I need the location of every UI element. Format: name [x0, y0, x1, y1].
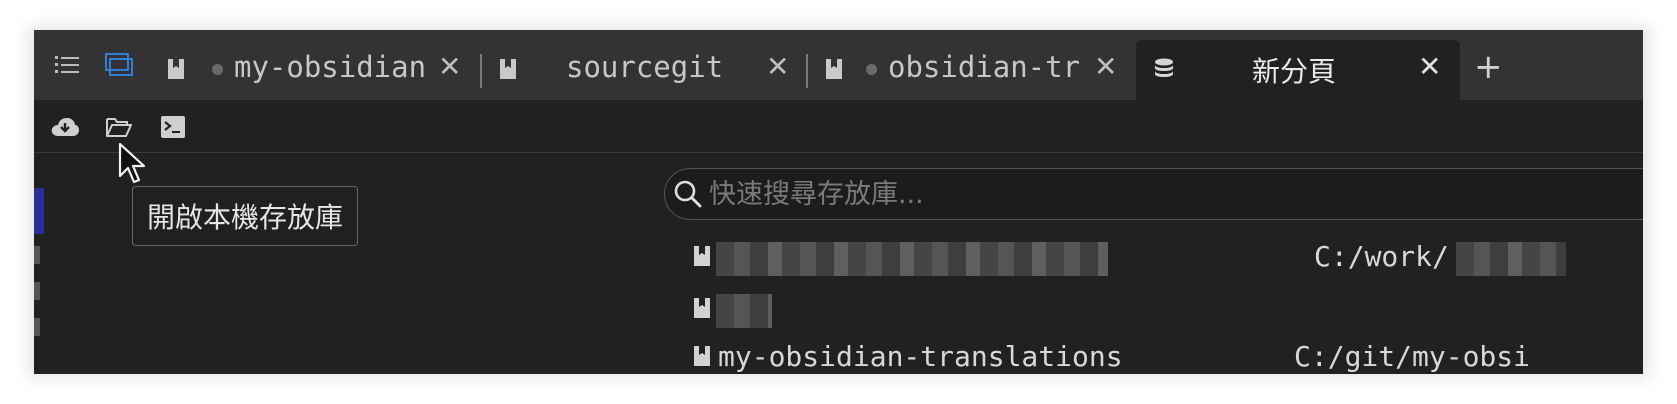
tab-close-icon[interactable]: ✕	[1418, 52, 1441, 82]
tab-title: my-obsidian	[234, 50, 427, 84]
search-icon	[674, 180, 702, 208]
repository-icon	[500, 59, 516, 79]
tab-title: 新分頁	[1252, 55, 1337, 88]
repository-icon	[168, 59, 184, 79]
tab-separator	[806, 54, 808, 88]
tab-title: sourcegit	[566, 50, 724, 84]
tab-sourcegit[interactable]: sourcegit ✕	[484, 40, 804, 98]
redacted-name	[716, 294, 772, 328]
folder-open-icon[interactable]	[104, 112, 134, 142]
tab-my-obsidian[interactable]: my-obsidian ✕	[152, 40, 472, 98]
repo-path: C:/git/my-obsi	[1294, 340, 1531, 373]
repository-icon	[694, 298, 710, 318]
repo-path: C:/work/	[1314, 240, 1449, 273]
tab-new-page[interactable]: 新分頁 ✕	[1136, 40, 1460, 100]
cloud-download-icon[interactable]	[50, 112, 80, 142]
selection-accent	[34, 188, 44, 234]
redacted-name	[716, 242, 1108, 276]
redacted-path	[1456, 242, 1566, 276]
left-panel-edge	[34, 182, 46, 372]
modified-dot	[212, 64, 223, 75]
tab-title: obsidian-tr	[888, 50, 1081, 84]
list-item[interactable]	[694, 288, 1643, 328]
list-item[interactable]: my-obsidian-translations C:/git/my-obsi	[694, 336, 1643, 374]
repository-icon	[826, 59, 842, 79]
repo-name: my-obsidian-translations	[718, 340, 1123, 373]
add-tab-button[interactable]: +	[1474, 50, 1503, 84]
tab-bar: my-obsidian ✕ sourcegit ✕ obsidian-tr ✕	[34, 30, 1643, 100]
terminal-icon[interactable]	[158, 112, 188, 142]
list-item[interactable]: C:/work/	[694, 236, 1643, 276]
tab-close-icon[interactable]: ✕	[1094, 52, 1117, 82]
tab-close-icon[interactable]: ✕	[438, 52, 461, 82]
tab-close-icon[interactable]: ✕	[766, 52, 789, 82]
tooltip-open-local-repo: 開啟本機存放庫	[132, 186, 359, 246]
repository-icon	[694, 246, 710, 266]
tab-obsidian-tr[interactable]: obsidian-tr ✕	[810, 40, 1130, 98]
repo-search-box[interactable]	[664, 168, 1643, 220]
panel-mark	[34, 318, 40, 336]
search-input[interactable]	[707, 175, 1611, 213]
panel-mark	[34, 282, 40, 300]
database-icon	[1155, 58, 1173, 77]
app-window: my-obsidian ✕ sourcegit ✕ obsidian-tr ✕	[34, 30, 1643, 374]
menu-list-icon[interactable]	[52, 30, 82, 100]
tab-separator	[480, 54, 482, 88]
toolbar	[34, 100, 1643, 153]
mouse-cursor-icon	[118, 142, 146, 184]
modified-dot	[866, 64, 877, 75]
repository-icon	[694, 346, 710, 366]
workspace-switcher-icon[interactable]	[104, 30, 134, 100]
panel-mark	[34, 246, 40, 264]
